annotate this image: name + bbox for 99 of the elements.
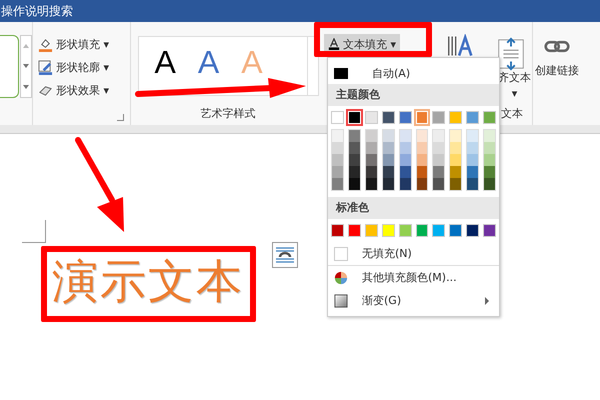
color-swatch[interactable] bbox=[331, 224, 344, 237]
color-swatch[interactable] bbox=[348, 154, 360, 166]
paint-bucket-icon bbox=[38, 37, 53, 52]
section-heading: 标准色 bbox=[328, 197, 499, 219]
gradient-icon bbox=[334, 294, 348, 308]
color-swatch[interactable] bbox=[382, 111, 395, 124]
color-swatch[interactable] bbox=[450, 178, 462, 190]
color-swatch[interactable] bbox=[450, 130, 462, 142]
layout-options-icon[interactable] bbox=[272, 242, 298, 268]
document-text: 演示文本 bbox=[52, 258, 245, 304]
color-swatch[interactable] bbox=[382, 224, 395, 237]
color-swatch[interactable] bbox=[400, 154, 411, 166]
color-swatch[interactable] bbox=[416, 166, 428, 178]
chain-link-icon bbox=[544, 40, 570, 53]
color-swatch[interactable] bbox=[400, 178, 411, 190]
wordart-style[interactable]: A bbox=[154, 46, 176, 78]
section-heading: 主题颜色 bbox=[328, 84, 499, 106]
color-swatch[interactable] bbox=[364, 224, 378, 237]
color-swatch[interactable] bbox=[433, 154, 444, 166]
color-swatch[interactable] bbox=[400, 130, 411, 142]
color-swatch[interactable] bbox=[416, 130, 428, 142]
dialog-launcher-icon[interactable] bbox=[117, 114, 124, 121]
color-swatch[interactable] bbox=[449, 224, 462, 237]
group-label: 艺术字样式 bbox=[200, 106, 256, 121]
color-swatch[interactable] bbox=[382, 142, 394, 154]
color-swatch[interactable] bbox=[398, 224, 412, 237]
color-swatch[interactable] bbox=[433, 166, 444, 178]
color-swatch[interactable] bbox=[433, 178, 444, 190]
color-swatch[interactable] bbox=[483, 224, 496, 237]
color-swatch[interactable] bbox=[398, 111, 412, 124]
color-swatch[interactable] bbox=[382, 130, 394, 142]
search-hint[interactable]: 操作说明搜索 bbox=[1, 2, 73, 20]
pencil-icon bbox=[38, 60, 53, 75]
color-swatch[interactable] bbox=[433, 142, 444, 154]
color-swatch[interactable] bbox=[432, 111, 446, 124]
color-swatch[interactable] bbox=[466, 224, 480, 237]
gallery-scrollbar[interactable] bbox=[20, 35, 32, 98]
color-swatch[interactable] bbox=[331, 111, 344, 124]
color-swatch[interactable] bbox=[450, 142, 462, 154]
color-swatch[interactable] bbox=[348, 178, 360, 190]
color-swatch[interactable] bbox=[466, 111, 480, 124]
margin-corner-mark bbox=[22, 220, 46, 243]
color-swatch[interactable] bbox=[348, 224, 361, 237]
color-swatch[interactable] bbox=[484, 154, 496, 166]
color-swatch[interactable] bbox=[433, 130, 444, 142]
text-direction-icon[interactable] bbox=[447, 34, 473, 58]
shape-style-preview[interactable] bbox=[0, 35, 19, 98]
color-swatch[interactable] bbox=[332, 166, 343, 178]
color-swatch[interactable] bbox=[467, 130, 478, 142]
color-swatch[interactable] bbox=[416, 154, 428, 166]
color-swatch[interactable] bbox=[382, 154, 394, 166]
color-swatch[interactable] bbox=[364, 111, 378, 124]
menu-item[interactable]: 渐变(G) bbox=[328, 289, 499, 312]
color-swatch[interactable] bbox=[366, 166, 377, 178]
color-swatch[interactable] bbox=[432, 224, 446, 237]
color-swatch[interactable] bbox=[467, 154, 478, 166]
menu-item[interactable]: 无填充(N) bbox=[328, 242, 499, 265]
create-link-button[interactable]: 创建链接 bbox=[535, 22, 579, 78]
color-swatch[interactable] bbox=[348, 166, 360, 178]
color-swatch[interactable] bbox=[366, 154, 377, 166]
font-color-icon bbox=[328, 38, 340, 50]
color-swatch[interactable] bbox=[366, 130, 377, 142]
group-label: 文本 bbox=[501, 106, 523, 121]
color-swatch[interactable] bbox=[382, 166, 394, 178]
menu-item[interactable]: 其他填充颜色(M)... bbox=[328, 265, 499, 289]
align-text-icon[interactable] bbox=[497, 37, 525, 71]
color-swatch[interactable] bbox=[416, 224, 428, 237]
color-swatch[interactable] bbox=[366, 178, 377, 190]
color-swatch[interactable] bbox=[416, 178, 428, 190]
automatic-color-item[interactable]: 自动(A) bbox=[328, 58, 499, 84]
color-swatch[interactable] bbox=[484, 142, 496, 154]
shape-command-button[interactable]: 形状效果 ▾ bbox=[38, 81, 130, 100]
color-swatch[interactable] bbox=[467, 178, 478, 190]
wordart-style[interactable]: A bbox=[198, 46, 220, 78]
shape-command-button[interactable]: 形状填充 ▾ bbox=[38, 35, 130, 54]
color-swatch[interactable] bbox=[332, 130, 343, 142]
color-swatch[interactable] bbox=[332, 142, 343, 154]
color-swatch[interactable] bbox=[449, 111, 462, 124]
color-swatch[interactable] bbox=[332, 154, 343, 166]
color-swatch[interactable] bbox=[484, 130, 496, 142]
color-swatch[interactable] bbox=[332, 178, 343, 190]
empty-swatch-icon bbox=[334, 246, 348, 260]
color-swatch[interactable] bbox=[450, 166, 462, 178]
color-swatch[interactable] bbox=[416, 142, 428, 154]
color-wheel-icon bbox=[334, 270, 348, 284]
automatic-swatch-icon bbox=[334, 68, 348, 79]
color-swatch[interactable] bbox=[483, 111, 496, 124]
color-swatch[interactable] bbox=[366, 142, 377, 154]
color-swatch[interactable] bbox=[348, 130, 360, 142]
color-swatch[interactable] bbox=[400, 142, 411, 154]
color-swatch[interactable] bbox=[348, 142, 360, 154]
shape-command-button[interactable]: 形状轮廓 ▾ bbox=[38, 58, 130, 77]
color-swatch[interactable] bbox=[450, 154, 462, 166]
color-swatch[interactable] bbox=[400, 166, 411, 178]
color-swatch[interactable] bbox=[467, 142, 478, 154]
color-swatch[interactable] bbox=[467, 166, 478, 178]
color-swatch[interactable] bbox=[484, 166, 496, 178]
color-swatch[interactable] bbox=[484, 178, 496, 190]
color-swatch[interactable] bbox=[382, 178, 394, 190]
